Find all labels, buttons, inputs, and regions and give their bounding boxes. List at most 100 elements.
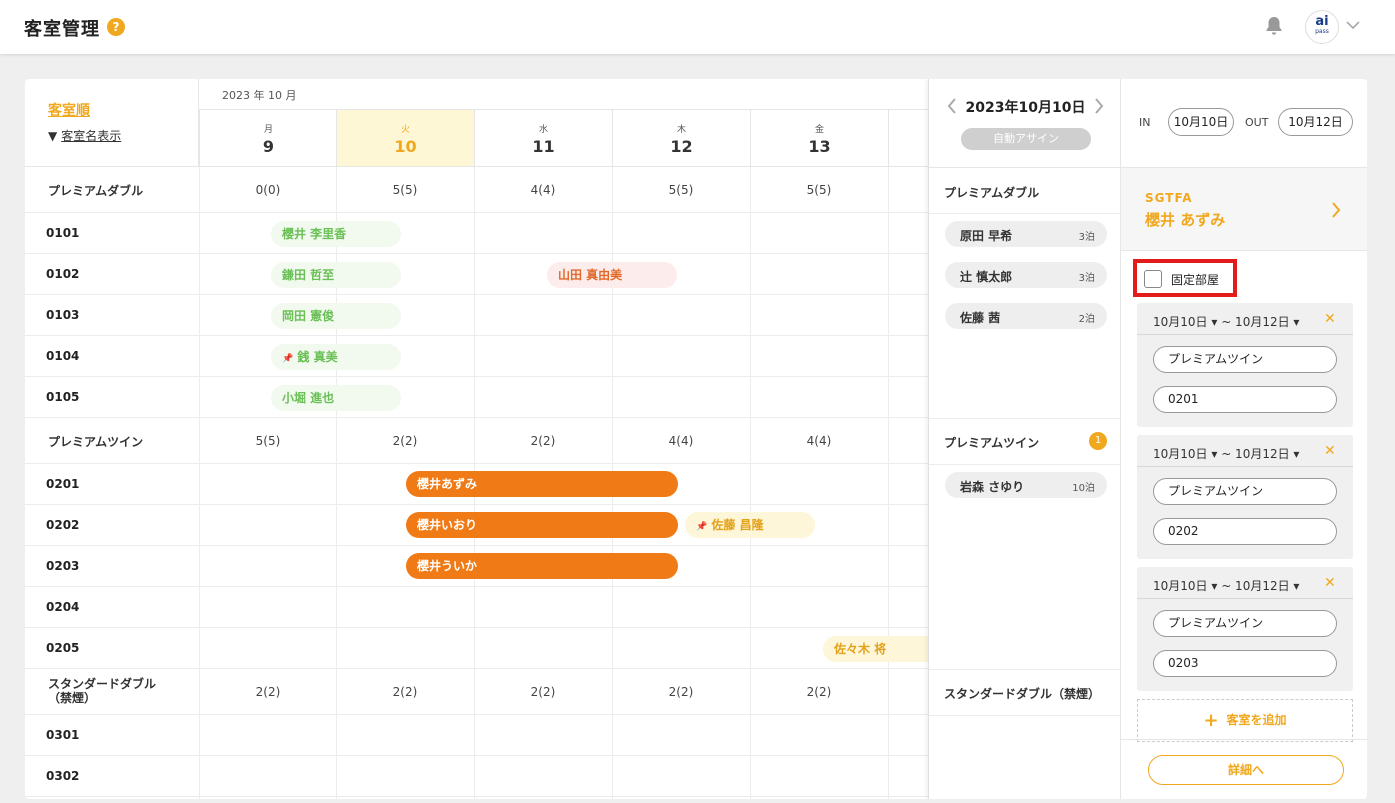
reservation-bar[interactable]: 櫻井いおり (406, 512, 678, 538)
check-out-label: OUT (1245, 116, 1269, 129)
reservation-guest: 銭 真美 (297, 350, 338, 364)
auto-assign-button[interactable]: 自動アサイン (961, 128, 1091, 150)
reservation-bar[interactable]: 鎌田 哲至 (271, 262, 401, 288)
day-header[interactable]: 水 11 (474, 110, 612, 167)
room-assignment-block: 10月10日 ▾ ~ 10月12日 ▾ ✕ プレミアムツイン 0203 (1137, 567, 1353, 691)
day-number: 13 (808, 137, 831, 156)
close-icon[interactable]: ✕ (1324, 443, 1336, 459)
divider (929, 715, 1122, 716)
reservation-bar[interactable]: 📌 銭 真美 (271, 344, 401, 370)
plus-icon: + (1203, 710, 1219, 731)
room-number: 0101 (46, 226, 80, 240)
month-label: 2023 年 10 月 (222, 89, 297, 102)
room-type-row: スタンダードダブル （禁煙） 2(2) 2(2) 2(2) 2(2) 2(2) (25, 669, 928, 715)
room-row: 0103 (25, 295, 928, 336)
reservation-bar[interactable]: 山田 真由美 (547, 262, 677, 288)
divider (929, 213, 1122, 214)
close-icon[interactable]: ✕ (1324, 311, 1336, 327)
day-header[interactable]: 月 9 (199, 110, 337, 167)
check-out-date[interactable]: 10月12日 (1278, 108, 1353, 136)
unassigned-guest-chip[interactable]: 原田 早希 3泊 (945, 221, 1107, 247)
reservation-bar[interactable]: 櫻井あずみ (406, 471, 678, 497)
day-of-week: 木 (676, 125, 686, 135)
room-type-name: スタンダードダブル （禁煙） (48, 677, 156, 705)
add-room-label: 客室を追加 (1226, 713, 1287, 727)
divider (1137, 598, 1353, 599)
bell-icon[interactable] (1265, 16, 1283, 36)
room-type-select[interactable]: プレミアムツイン (1153, 610, 1337, 637)
reservation-bar[interactable]: 佐々木 将 (823, 636, 928, 662)
room-row: 0105 (25, 377, 928, 418)
room-row: 0101 (25, 213, 928, 254)
room-type-select[interactable]: プレミアムツイン (1153, 346, 1337, 373)
unassigned-group-title: プレミアムダブル (944, 186, 1040, 200)
room-number-select[interactable]: 0202 (1153, 518, 1337, 545)
reservation-bar[interactable]: 📌 佐藤 昌隆 (685, 512, 815, 538)
availability-count: 5(5) (392, 183, 418, 197)
chevron-right-icon[interactable] (1331, 202, 1341, 218)
room-number: 0104 (46, 349, 80, 363)
column-divider (750, 167, 751, 799)
room-type-name-line: （禁煙） (48, 691, 97, 705)
top-bar: 客室管理 ? ai pass (0, 0, 1395, 54)
fixed-room-highlight: 固定部屋 (1133, 259, 1237, 297)
room-type-select[interactable]: プレミアムツイン (1153, 478, 1337, 505)
day-header[interactable] (888, 110, 928, 167)
unassigned-guest-chip[interactable]: 佐藤 茜 2泊 (945, 303, 1107, 329)
sort-by-room-link[interactable]: 客室順 (48, 100, 90, 120)
check-in-date[interactable]: 10月10日 (1168, 108, 1234, 136)
room-management-card: 客室順 ▼ 客室名表示 2023 年 10 月 月 9 火 10 水 11 木 1… (25, 79, 1367, 799)
room-row: 0204 (25, 587, 928, 628)
room-name-toggle[interactable]: ▼ 客室名表示 (48, 127, 121, 144)
room-row: 0104 (25, 336, 928, 377)
guest-name: 櫻井 あずみ (1145, 211, 1226, 229)
room-number: 0202 (46, 518, 80, 532)
fixed-room-checkbox[interactable] (1144, 270, 1162, 288)
help-icon[interactable]: ? (107, 18, 125, 36)
reservation-bar[interactable]: 櫻井 李里香 (271, 221, 401, 247)
room-name-toggle-label: 客室名表示 (61, 129, 122, 143)
day-header[interactable]: 金 13 (750, 110, 888, 167)
assignment-date-range[interactable]: 10月10日 ▾ ~ 10月12日 ▾ (1153, 445, 1299, 462)
reservation-guest: 佐藤 昌隆 (711, 518, 764, 532)
room-number: 0201 (46, 477, 80, 491)
reservation-bar[interactable]: 櫻井ういか (406, 553, 678, 579)
assignment-date-range[interactable]: 10月10日 ▾ ~ 10月12日 ▾ (1153, 313, 1299, 330)
details-button[interactable]: 詳細へ (1148, 755, 1344, 785)
divider (929, 669, 1122, 670)
day-header-today[interactable]: 火 10 (336, 110, 474, 167)
room-calendar: 客室順 ▼ 客室名表示 2023 年 10 月 月 9 火 10 水 11 木 1… (25, 79, 928, 799)
reservation-bar[interactable]: 小堀 進也 (271, 385, 401, 411)
day-header[interactable]: 木 12 (612, 110, 750, 167)
unassigned-guest-chip[interactable]: 辻 慎太郎 3泊 (945, 262, 1107, 288)
fixed-room-label: 固定部屋 (1171, 273, 1220, 287)
day-number: 10 (394, 137, 417, 156)
guest-summary-card[interactable]: SGTFA 櫻井 あずみ (1121, 167, 1367, 251)
room-number-select[interactable]: 0201 (1153, 386, 1337, 413)
room-number: 0203 (46, 559, 80, 573)
page-title: 客室管理 (24, 19, 100, 40)
guest-name: 原田 早希 (960, 229, 1013, 243)
room-assignment-block: 10月10日 ▾ ~ 10月12日 ▾ ✕ プレミアムツイン 0202 (1137, 435, 1353, 559)
add-room-button[interactable]: + 客室を追加 (1137, 699, 1353, 742)
divider (1121, 739, 1367, 740)
room-number: 0105 (46, 390, 80, 404)
assignment-date-range[interactable]: 10月10日 ▾ ~ 10月12日 ▾ (1153, 577, 1299, 594)
reservation-bar[interactable]: 岡田 憲俊 (271, 303, 401, 329)
day-number: 12 (670, 137, 693, 156)
unassigned-panel: 2023年10月10日 自動アサイン プレミアムダブル 原田 早希 3泊 辻 慎… (928, 79, 1122, 799)
room-assignment-block: 10月10日 ▾ ~ 10月12日 ▾ ✕ プレミアムツイン 0201 (1137, 303, 1353, 427)
day-number: 11 (532, 137, 555, 156)
room-number-select[interactable]: 0203 (1153, 650, 1337, 677)
close-icon[interactable]: ✕ (1324, 575, 1336, 591)
caret-down-icon: ▼ (48, 129, 58, 143)
unassigned-guest-chip[interactable]: 岩森 さゆり 10泊 (945, 472, 1107, 498)
account-avatar[interactable]: ai pass (1305, 10, 1339, 44)
availability-count: 4(4) (806, 434, 832, 448)
day-number: 9 (262, 137, 275, 156)
chevron-right-icon[interactable] (1094, 98, 1104, 114)
guest-code: SGTFA (1145, 191, 1193, 205)
chevron-down-icon[interactable] (1346, 20, 1360, 30)
room-number: 0302 (46, 769, 80, 783)
divider (1137, 334, 1353, 335)
